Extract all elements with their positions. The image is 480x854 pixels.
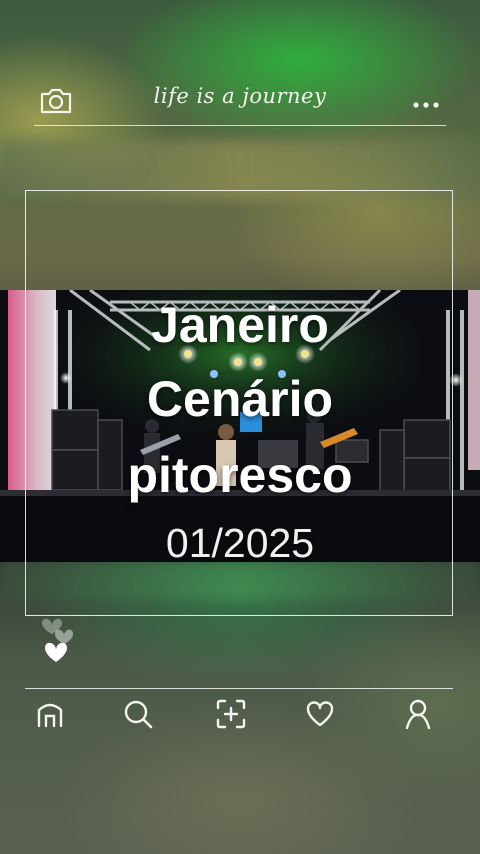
header-divider <box>34 125 446 126</box>
nav-profile-button[interactable] <box>396 696 440 736</box>
app-title: life is a journey <box>153 84 327 108</box>
nav-home-button[interactable] <box>28 696 72 736</box>
floating-hearts <box>38 610 84 666</box>
top-bar: life is a journey <box>34 74 446 128</box>
post-date: 01/2025 <box>165 520 315 566</box>
profile-icon <box>403 697 433 736</box>
headline-line-2: Cenário <box>146 371 334 427</box>
headline-line-3: pitoresco <box>127 447 353 503</box>
nav-likes-button[interactable] <box>298 696 342 736</box>
bottom-nav <box>0 696 480 740</box>
nav-add-button[interactable] <box>209 696 253 736</box>
headline-line-1: Janeiro <box>151 297 329 353</box>
nav-search-button[interactable] <box>116 696 160 736</box>
search-icon <box>121 697 155 736</box>
add-post-icon <box>214 697 248 736</box>
more-dots-icon[interactable] <box>412 96 440 114</box>
nav-divider <box>25 688 453 689</box>
home-icon <box>33 698 67 735</box>
heart-icon <box>303 698 337 735</box>
